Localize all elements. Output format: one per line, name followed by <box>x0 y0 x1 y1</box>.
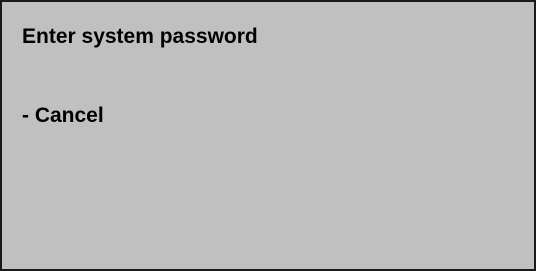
cancel-option[interactable]: - Cancel <box>22 105 104 126</box>
password-prompt: Enter system password <box>22 25 258 48</box>
password-screen: Enter system password - Cancel <box>0 0 536 271</box>
